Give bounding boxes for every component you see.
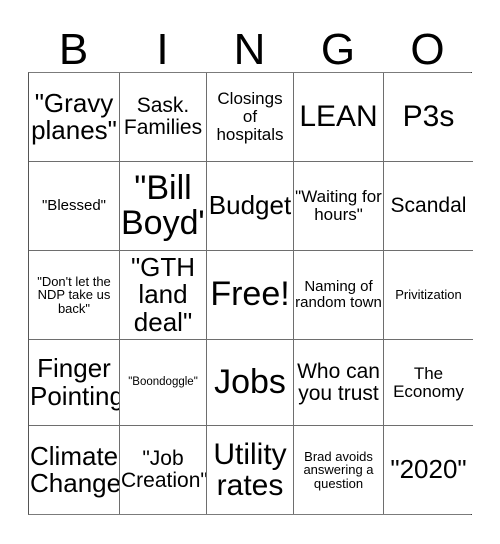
bingo-cell-label: LEAN <box>299 100 378 134</box>
bingo-cell-label: The Economy <box>393 363 464 401</box>
bingo-cell-label: Finger Pointing <box>30 353 120 411</box>
bingo-cell-label: Who can you trust <box>297 359 380 405</box>
bingo-cell-label: Privitization <box>395 287 462 303</box>
bingo-cell-label: Budget <box>208 190 292 221</box>
bingo-cell[interactable]: Scandal <box>384 162 473 251</box>
bingo-header-letter-n: N <box>233 25 266 74</box>
bingo-cell[interactable]: Utility rates <box>207 426 294 514</box>
bingo-cell[interactable]: "Bill Boyd" <box>120 162 207 251</box>
bingo-cell-label: "Blessed" <box>41 197 106 215</box>
bingo-cell-label: "Gravy planes" <box>31 87 117 145</box>
bingo-cell[interactable]: Climate Change <box>29 426 120 514</box>
bingo-header-letter-o: O <box>410 25 445 74</box>
bingo-header-letter-i: I <box>156 25 169 74</box>
bingo-card: B I N G O "Gravy planes" Sask. Families Cl… <box>28 14 473 515</box>
bingo-header-row: B I N G O <box>28 14 472 72</box>
bingo-cell-label: Scandal <box>390 194 467 218</box>
bingo-cell-label: "Boondoggle" <box>128 375 198 388</box>
bingo-cell-label: "Bill Boyd" <box>121 168 207 242</box>
bingo-cell[interactable]: Closings of hospitals <box>207 73 294 162</box>
bingo-cell-label: Closings of hospitals <box>216 89 284 144</box>
bingo-cell-label: "Waiting for hours" <box>295 187 382 224</box>
bingo-cell-label: Jobs <box>214 362 286 401</box>
bingo-cell[interactable]: "Blessed" <box>29 162 120 251</box>
bingo-cell[interactable]: "Don't let the NDP take us back" <box>29 251 120 340</box>
bingo-grid: "Gravy planes" Sask. Families Closings of … <box>28 72 473 515</box>
bingo-cell[interactable]: Naming of random town <box>294 251 384 340</box>
bingo-cell[interactable]: LEAN <box>294 73 384 162</box>
bingo-cell-label: Brad avoids answering a question <box>303 448 374 491</box>
bingo-cell[interactable]: P3s <box>384 73 473 162</box>
bingo-cell-label: "Don't let the NDP take us back" <box>37 273 111 316</box>
bingo-cell-label: P3s <box>402 100 455 134</box>
bingo-cell[interactable]: Privitization <box>384 251 473 340</box>
bingo-cell[interactable]: "GTH land deal" <box>120 251 207 340</box>
bingo-cell[interactable]: "2020" <box>384 426 473 514</box>
bingo-cell[interactable]: Sask. Families <box>120 73 207 162</box>
bingo-cell-label: Climate Change <box>30 440 120 498</box>
bingo-cell[interactable]: "Boondoggle" <box>120 340 207 426</box>
bingo-cell-label: Utility rates <box>213 437 287 502</box>
bingo-header-letter-g: G <box>320 25 356 74</box>
bingo-cell-label: "2020" <box>390 454 467 485</box>
bingo-cell[interactable]: "Gravy planes" <box>29 73 120 162</box>
bingo-cell[interactable]: Budget <box>207 162 294 251</box>
bingo-cell[interactable]: Brad avoids answering a question <box>294 426 384 514</box>
bingo-cell[interactable]: "Job Creation" <box>120 426 207 514</box>
bingo-cell[interactable]: The Economy <box>384 340 473 426</box>
bingo-cell[interactable]: Finger Pointing <box>29 340 120 426</box>
bingo-cell[interactable]: Free! <box>207 251 294 340</box>
bingo-header-letter-b: B <box>58 25 89 74</box>
bingo-cell-label: "GTH land deal" <box>130 252 196 337</box>
bingo-cell[interactable]: Who can you trust <box>294 340 384 426</box>
bingo-cell-label: Sask. Families <box>123 94 203 139</box>
bingo-cell[interactable]: Jobs <box>207 340 294 426</box>
bingo-cell-label: Free! <box>210 275 290 314</box>
bingo-cell-label: "Job Creation" <box>121 447 207 492</box>
bingo-cell[interactable]: "Waiting for hours" <box>294 162 384 251</box>
bingo-cell-label: Naming of random town <box>295 278 382 311</box>
